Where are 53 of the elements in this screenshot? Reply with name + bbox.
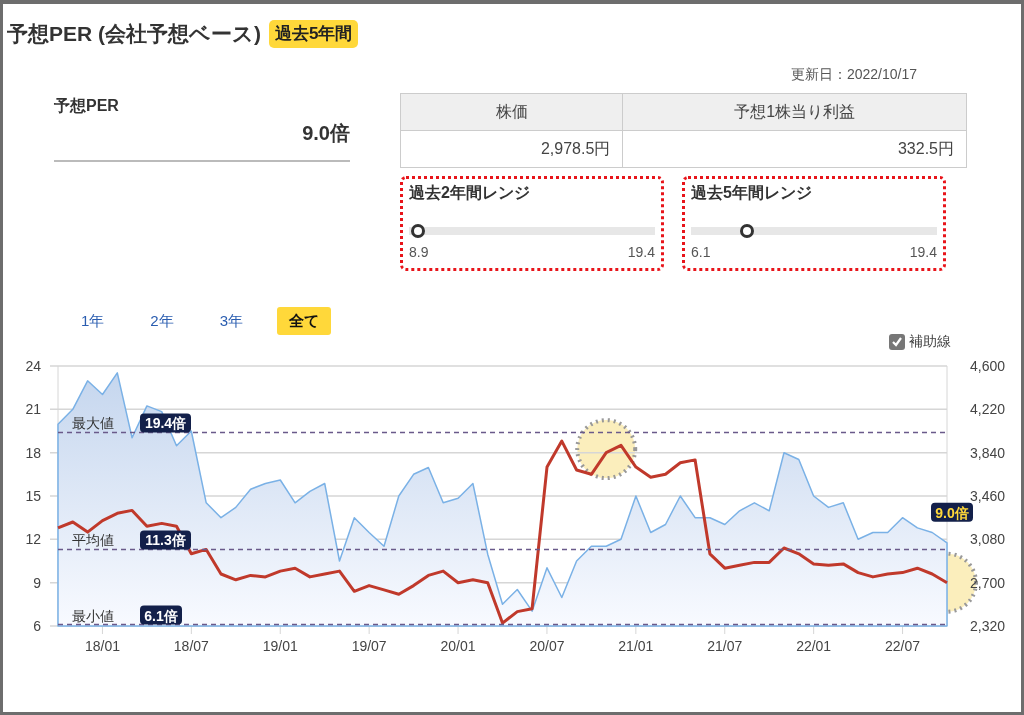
axis-label: 20/07 (529, 638, 565, 654)
value-tag: 11.3倍 (140, 530, 191, 550)
column-header: 株価 (400, 93, 623, 130)
highlight-circle (575, 418, 638, 481)
axis-label: 21 (25, 401, 41, 418)
period-tab[interactable]: 全て (277, 306, 332, 335)
axis-label: 2,320 (969, 618, 1005, 634)
axis-label: 24 (25, 358, 41, 374)
axis-label: 18 (25, 444, 41, 461)
range-max: 19.4 (909, 242, 937, 262)
axis-label: 4,600 (969, 358, 1005, 374)
axis-label: 2,700 (969, 574, 1005, 591)
range-min: 8.9 (409, 242, 429, 262)
checkbox-label: 補助線 (909, 332, 951, 351)
axis-label: 22/01 (796, 638, 832, 654)
annotation: 11.3倍 (145, 532, 186, 549)
per-label: 予想PER (54, 95, 120, 116)
axis-label: 4,220 (969, 401, 1005, 418)
axis-label: 18/07 (173, 638, 209, 654)
axis-label: 15 (25, 488, 41, 504)
period-tab[interactable]: 2年 (138, 306, 186, 335)
range-title: 過去2年間レンジ (409, 182, 531, 203)
line-label: 最大値 (72, 415, 114, 432)
axis-label: 12 (25, 531, 41, 548)
range-max: 19.4 (627, 242, 655, 262)
axis-label: 3,460 (969, 488, 1005, 504)
axis-label: 18/01 (84, 638, 120, 654)
axis-label: 22/07 (885, 638, 921, 654)
axis-label: 19/01 (262, 638, 298, 654)
axis-label: 9 (33, 574, 41, 591)
axis-label: 21/07 (707, 638, 743, 654)
page-title: 予想PER (会社予想ベース) (7, 21, 261, 47)
range-min: 6.1 (691, 242, 711, 262)
value-tag: 9.0倍 (931, 502, 973, 522)
table-cell: 2,978.5円 (400, 130, 623, 167)
guide-lines-checkbox[interactable] (889, 333, 905, 350)
line-label: 平均値 (72, 532, 114, 549)
axis-label: 6 (33, 618, 41, 634)
column-header: 予想1株当り利益 (622, 93, 967, 130)
axis-label: 3,840 (969, 444, 1005, 461)
period-tab[interactable]: 3年 (207, 306, 256, 335)
axis-label: 20/01 (440, 638, 476, 654)
per-value: 9.0倍 (301, 120, 350, 146)
axis-label: 3,080 (969, 531, 1005, 548)
period-badge: 過去5年間 (269, 20, 359, 48)
period-tab[interactable]: 1年 (69, 306, 117, 335)
axis-label: 19/07 (351, 638, 387, 654)
axis-label: 21/01 (618, 638, 654, 654)
table-cell: 332.5円 (622, 130, 967, 167)
update-date: 更新日：2022/10/17 (790, 65, 917, 82)
range-title: 過去5年間レンジ (691, 182, 813, 203)
line-label: 最小値 (72, 607, 114, 624)
value-tag: 19.4倍 (140, 413, 191, 433)
